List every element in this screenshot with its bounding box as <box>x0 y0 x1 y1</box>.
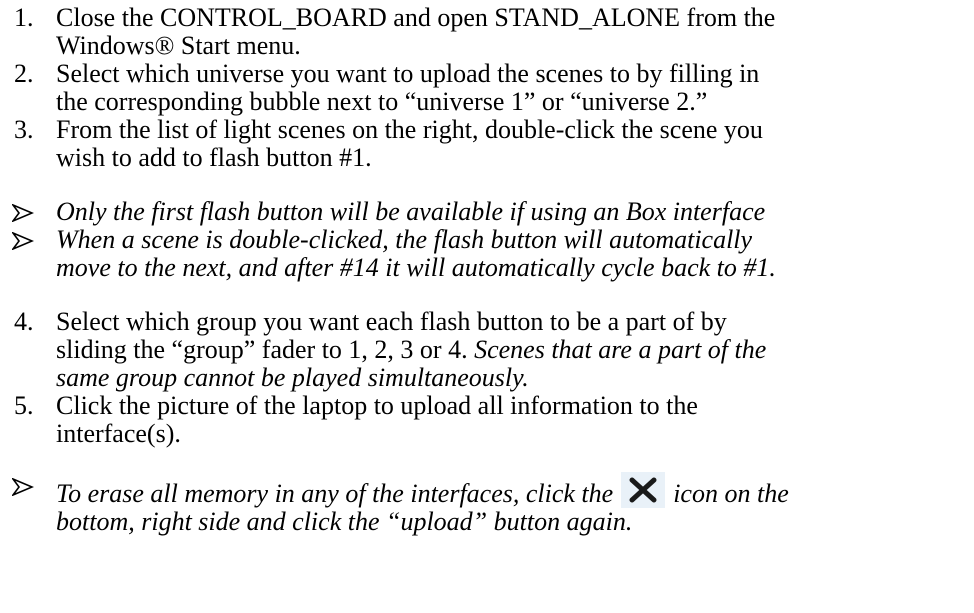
step-3: 3. From the list of light scenes on the … <box>0 116 974 172</box>
step-number: 2. <box>14 59 34 88</box>
step-5: 5. Click the picture of the laptop to up… <box>0 392 974 448</box>
note-double-click-cycle: When a scene is double-clicked, the flas… <box>0 226 974 282</box>
document-page: 1. Close the CONTROL_BOARD and open STAN… <box>0 0 974 613</box>
note-text-line: To erase all memory in any of the interf… <box>56 472 956 508</box>
step-number: 3. <box>14 115 34 144</box>
close-x-icon <box>621 472 666 508</box>
note-text-line: bottom, right side and click the “upload… <box>56 507 633 536</box>
step-4: 4. Select which group you want each flas… <box>0 308 974 392</box>
note-text-line: When a scene is double-clicked, the flas… <box>56 225 753 254</box>
note-text-line: Only the first flash button will be avai… <box>56 197 766 226</box>
step-text-line: From the list of light scenes on the rig… <box>56 115 763 144</box>
arrow-bullet-icon <box>0 472 56 496</box>
note-text-before-icon: To erase all memory in any of the interf… <box>56 479 614 508</box>
step-number: 4. <box>14 307 34 336</box>
step-text-line: sliding the “group” fader to 1, 2, 3 or … <box>56 336 956 364</box>
step-text-line: the corresponding bubble next to “univer… <box>56 87 708 116</box>
step-text-plain: sliding the “group” fader to 1, 2, 3 or … <box>56 335 475 364</box>
step-text-line: wish to add to flash button #1. <box>56 143 372 172</box>
note-text-after-icon: icon on the <box>673 479 789 508</box>
step-number: 1. <box>14 3 34 32</box>
arrow-bullet-icon <box>0 198 56 222</box>
note-erase-memory: To erase all memory in any of the interf… <box>0 472 974 536</box>
note-first-flash-button: Only the first flash button will be avai… <box>0 198 974 226</box>
step-text-line: Click the picture of the laptop to uploa… <box>56 391 698 420</box>
step-text-line: interface(s). <box>56 419 181 448</box>
step-text-line: same group cannot be played simultaneous… <box>56 363 529 392</box>
note-text-line: move to the next, and after #14 it will … <box>56 253 776 282</box>
arrow-bullet-icon <box>0 226 56 250</box>
step-text-line: Close the CONTROL_BOARD and open STAND_A… <box>56 3 776 32</box>
step-text-line: Windows® Start menu. <box>56 31 301 60</box>
step-1: 1. Close the CONTROL_BOARD and open STAN… <box>0 4 974 60</box>
step-text-italic: Scenes that are a part of the <box>474 335 767 364</box>
step-2: 2. Select which universe you want to upl… <box>0 60 974 116</box>
step-text-line: Select which group you want each flash b… <box>56 307 727 336</box>
step-number: 5. <box>14 391 34 420</box>
step-text-line: Select which universe you want to upload… <box>56 59 760 88</box>
